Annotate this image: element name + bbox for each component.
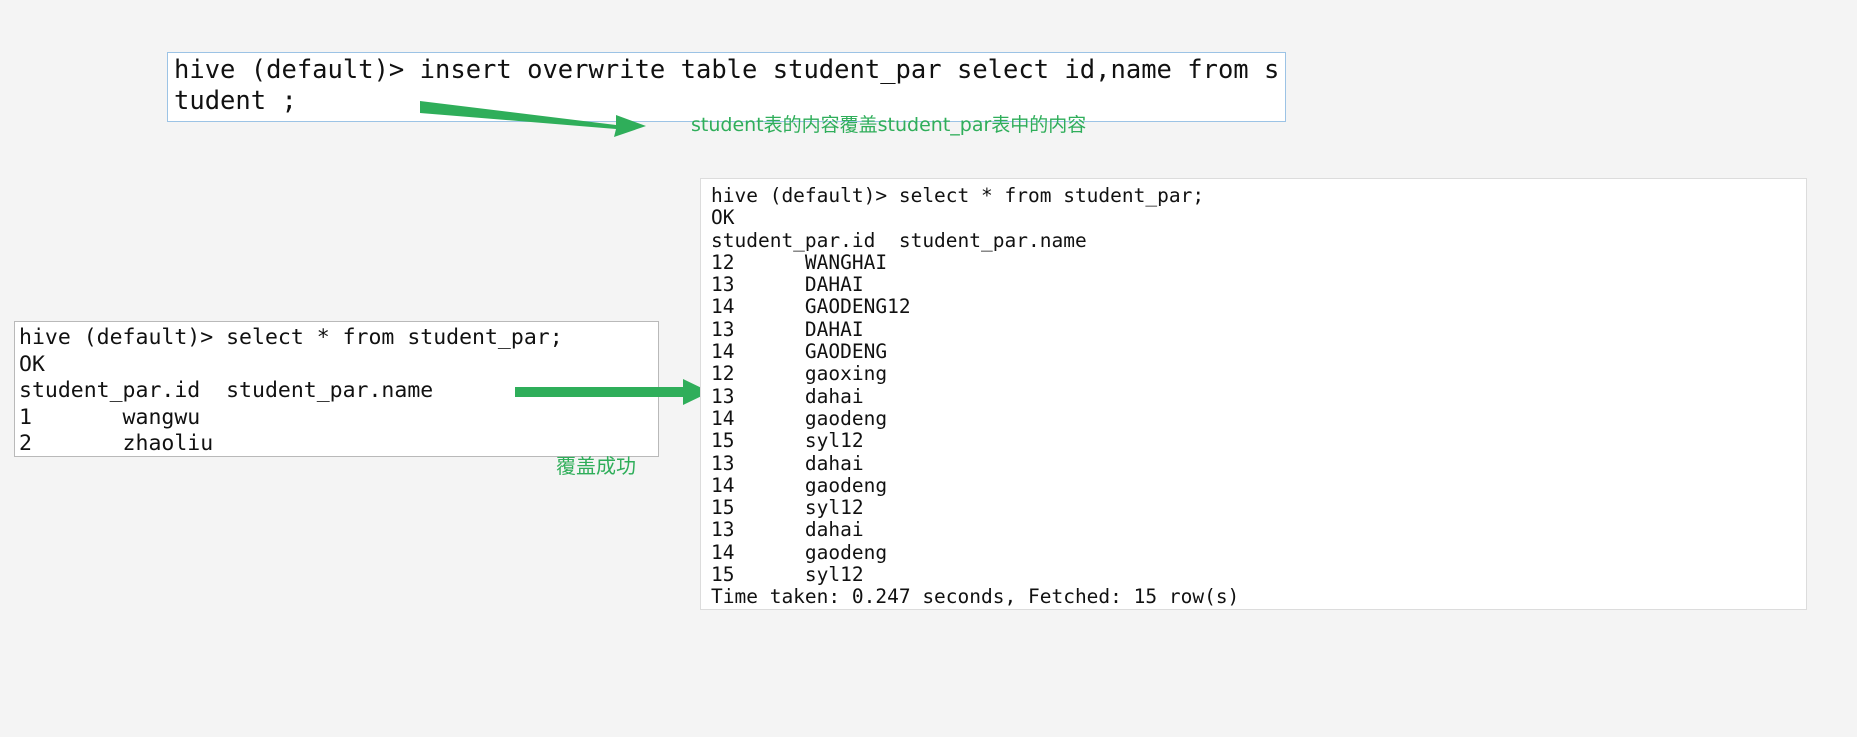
right-footer-time-taken: Time taken: 0.247 seconds, Fetched: 15 r… (711, 585, 1240, 609)
table-row: 15 syl12 (711, 429, 864, 453)
green-arrow-middle (515, 379, 710, 405)
table-row: 12 gaoxing (711, 362, 888, 386)
right-command-line: hive (default)> select * from student_pa… (711, 184, 1205, 207)
left-command-line: hive (default)> select * from student_pa… (19, 325, 563, 350)
table-row: 14 gaodeng (711, 540, 888, 564)
table-row: 14 GAODENG12 (711, 295, 911, 319)
right-status-ok: OK (711, 206, 735, 230)
table-row: 12 WANGHAI (711, 250, 888, 274)
annotation-overwrite-explanation: student表的内容覆盖student_par表中的内容 (691, 114, 1087, 136)
command-line-1: hive (default)> insert overwrite table s… (174, 55, 1280, 85)
table-row: 13 dahai (711, 384, 864, 408)
table-row: 14 GAODENG (711, 340, 888, 364)
table-row: 15 syl12 (711, 563, 864, 587)
table-row: 14 gaodeng (711, 406, 888, 430)
right-query-result-panel: Time taken: 0.033 seconds hive (default)… (700, 178, 1807, 610)
green-arrow-top (420, 101, 646, 137)
table-row: 13 DAHAI (711, 273, 864, 297)
table-row: 13 dahai (711, 518, 864, 542)
table-row: 13 DAHAI (711, 317, 864, 341)
table-row: 14 gaodeng (711, 473, 888, 497)
table-row: 15 syl12 (711, 496, 864, 520)
annotation-overwrite-success: 覆盖成功 (556, 454, 636, 478)
right-column-header: student_par.id student_par.name (711, 228, 1087, 252)
right-table-rows: 12 WANGHAI 13 DAHAI 14 GAODENG12 13 DAHAI 14… (711, 250, 1806, 587)
table-row: 13 dahai (711, 451, 864, 475)
